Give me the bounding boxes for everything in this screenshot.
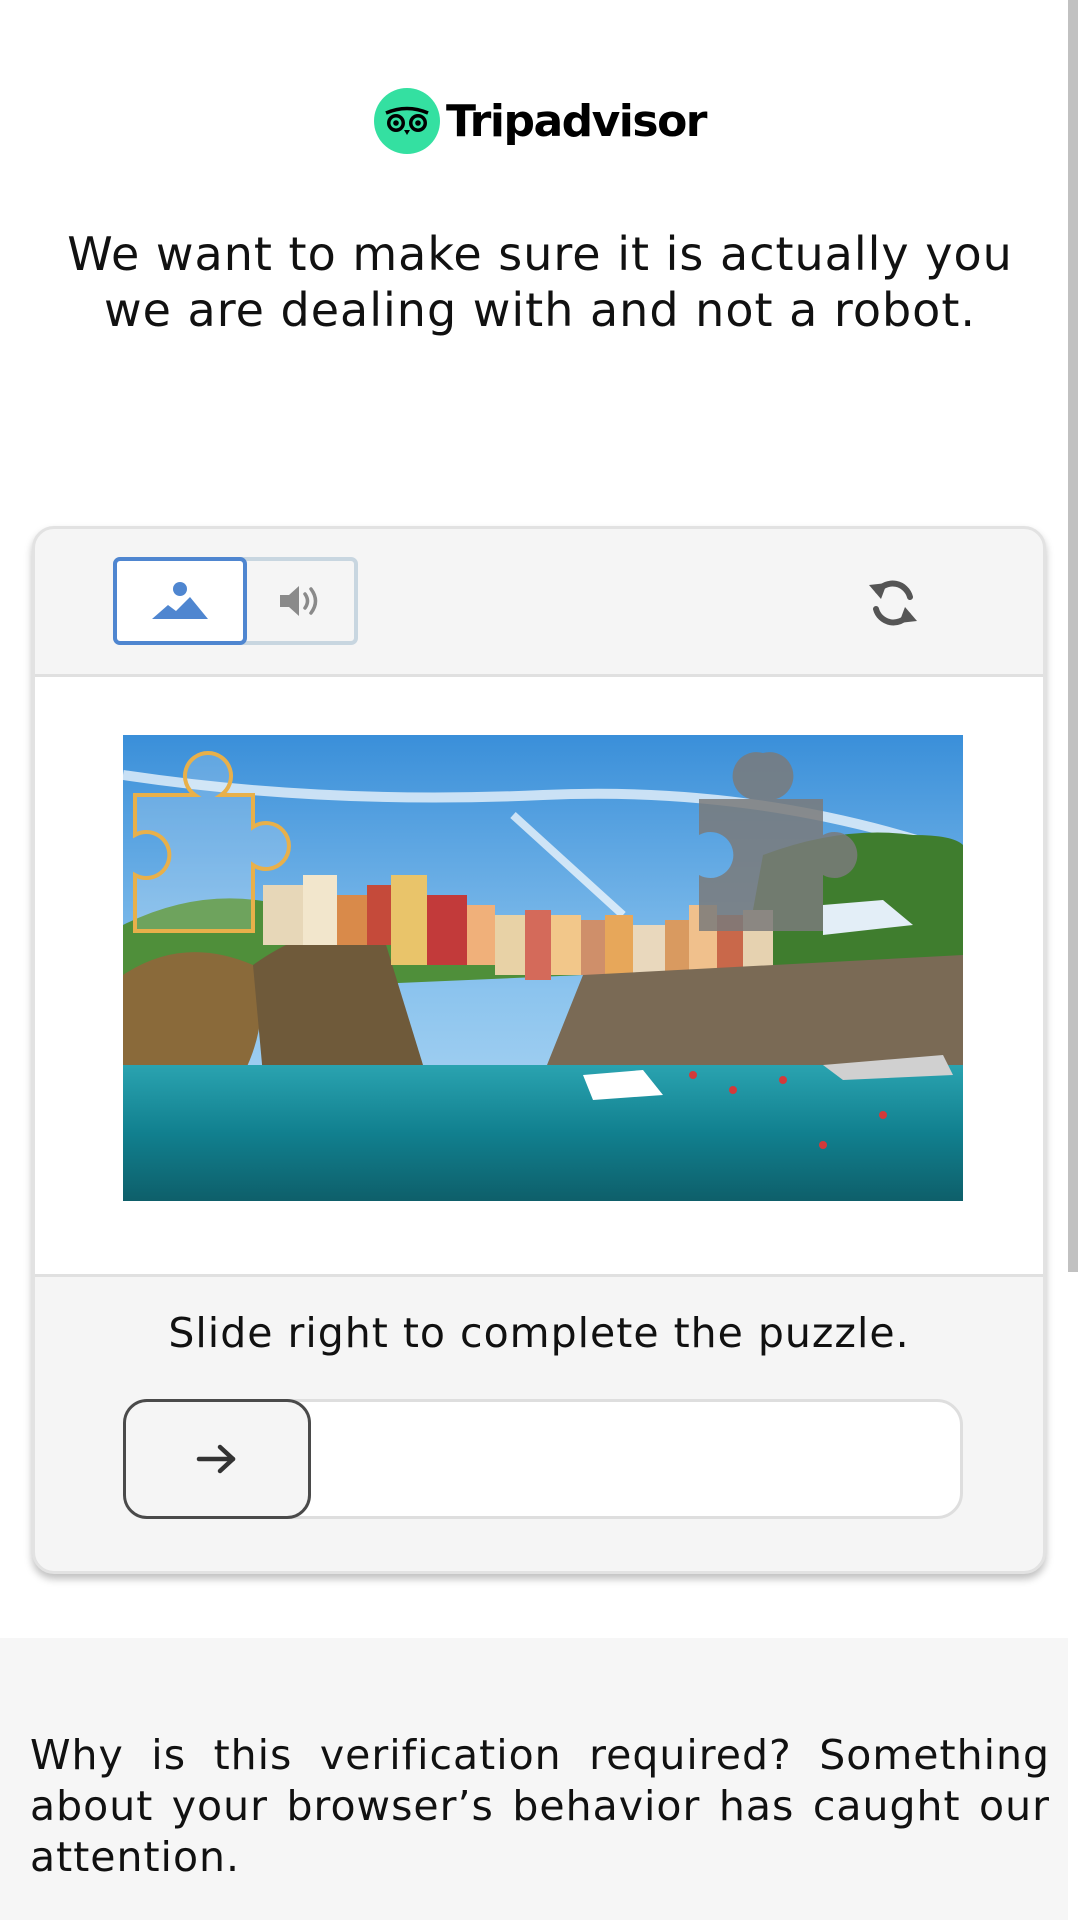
captcha-card: Slide right to complete the puzzle.: [32, 526, 1046, 1574]
tripadvisor-logo: Tripadvisor: [0, 88, 1080, 154]
verification-reason-text: Why is this verification required? Somet…: [30, 1731, 1050, 1881]
arrow-right-icon: [196, 1444, 236, 1474]
speaker-icon: [279, 586, 317, 616]
brand-name: Tripadvisor: [445, 95, 708, 147]
owl-eyes-icon: [373, 88, 440, 154]
image-mode-button[interactable]: [113, 557, 247, 645]
verification-info: Why is this verification required? Somet…: [0, 1638, 1068, 1920]
captcha-header: [35, 529, 1043, 677]
refresh-button[interactable]: [861, 571, 925, 635]
audio-mode-button[interactable]: [247, 561, 354, 641]
slider-area: Slide right to complete the puzzle.: [35, 1277, 1043, 1571]
slider-handle[interactable]: [123, 1399, 311, 1519]
puzzle-area: [35, 677, 1043, 1277]
scrollbar[interactable]: [1068, 0, 1080, 1920]
image-mode-icon: [152, 582, 208, 619]
page-headline: We want to make sure it is actually you …: [67, 227, 1013, 337]
slider-instruction: Slide right to complete the puzzle.: [168, 1309, 910, 1357]
scrollbar-thumb[interactable]: [1068, 0, 1078, 1272]
captcha-page: Tripadvisor We want to make sure it is a…: [0, 0, 1080, 1920]
landscape-photo: [123, 735, 963, 1201]
refresh-icon: [869, 580, 917, 626]
captcha-mode-toggle: [113, 557, 358, 645]
